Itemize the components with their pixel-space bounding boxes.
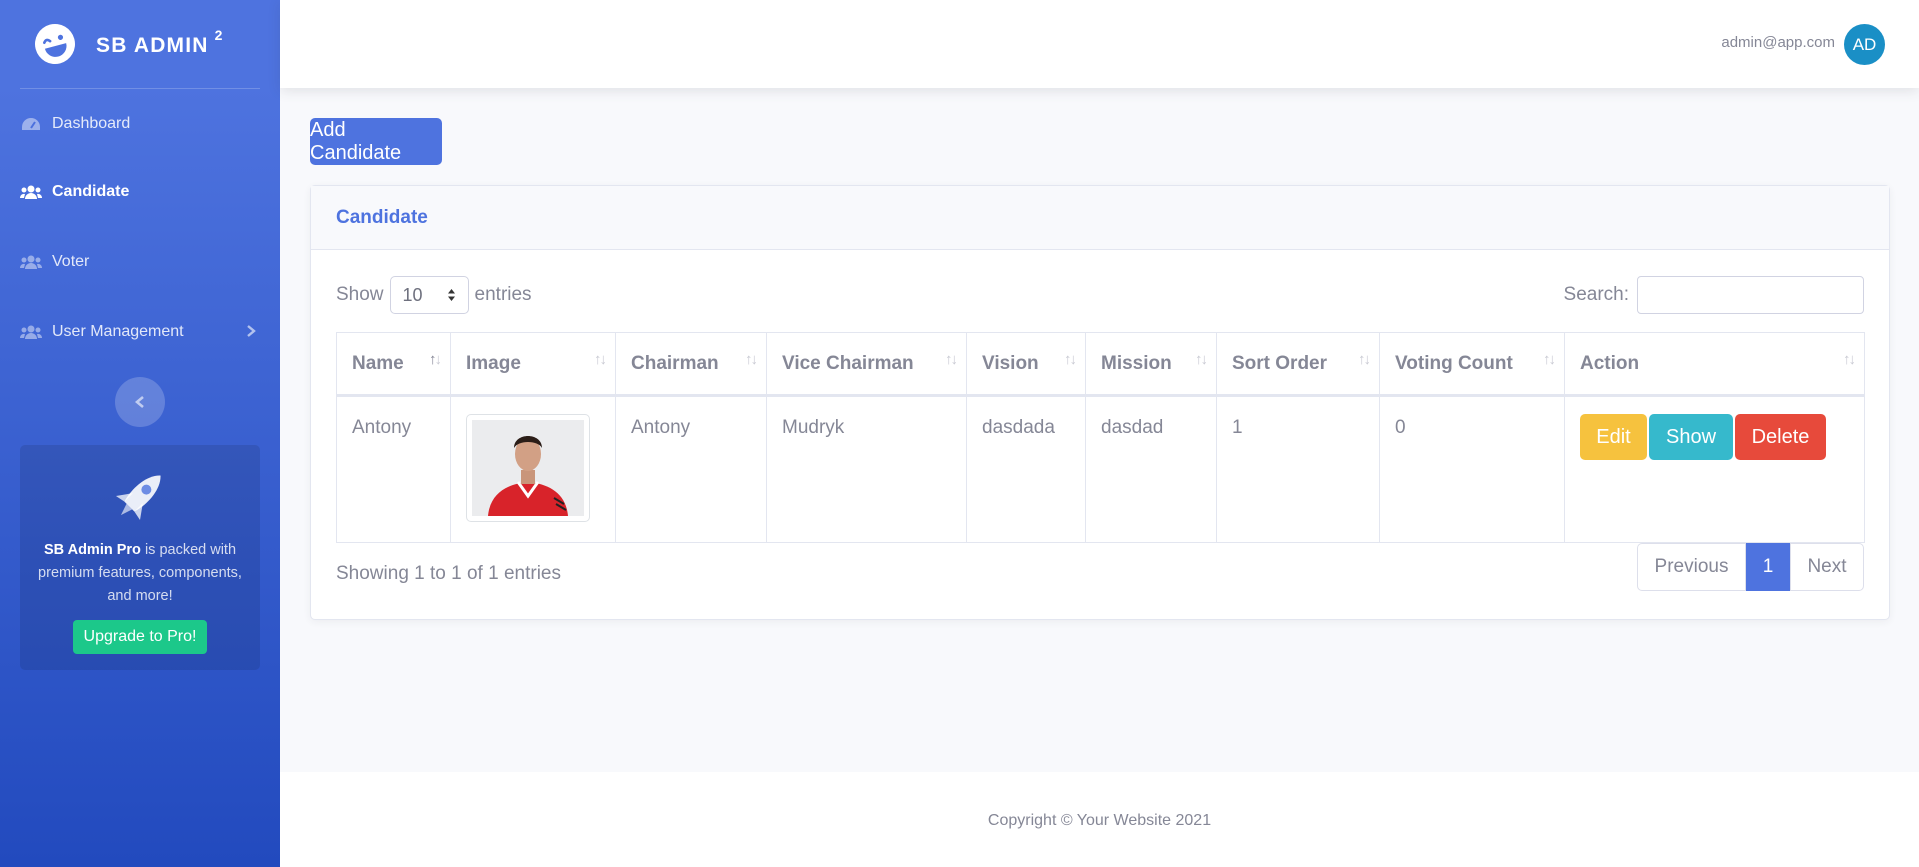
cell-image bbox=[450, 395, 616, 543]
column-header-image[interactable]: Image ↑↓ bbox=[450, 332, 616, 397]
topbar: admin@app.com AD bbox=[280, 0, 1919, 88]
show-button[interactable]: Show bbox=[1649, 414, 1733, 460]
column-label: Sort Order bbox=[1232, 352, 1328, 374]
cell-vision: dasdada bbox=[966, 395, 1086, 543]
cell-mission: dasdad bbox=[1085, 395, 1217, 543]
column-label: Vice Chairman bbox=[782, 352, 914, 374]
column-header-vision[interactable]: Vision ↑↓ bbox=[966, 332, 1086, 397]
search-label: Search: bbox=[1563, 284, 1629, 305]
column-header-sort-order[interactable]: Sort Order ↑↓ bbox=[1216, 332, 1380, 397]
column-header-voting-count[interactable]: Voting Count ↑↓ bbox=[1379, 332, 1565, 397]
column-label: Vision bbox=[982, 352, 1039, 374]
promo-text: SB Admin Pro is packed with premium feat… bbox=[30, 539, 250, 608]
footer: Copyright © Your Website 2021 bbox=[280, 772, 1919, 867]
cell-action: Edit Show Delete bbox=[1564, 395, 1865, 543]
cell-chairman: Antony bbox=[615, 395, 767, 543]
column-header-action[interactable]: Action ↑↓ bbox=[1564, 332, 1865, 397]
rocket-icon bbox=[115, 475, 161, 521]
chevron-left-icon bbox=[134, 396, 144, 408]
entries-select[interactable]: 10 bbox=[389, 276, 469, 314]
next-page-button[interactable]: Next bbox=[1790, 543, 1864, 591]
person-photo-icon bbox=[472, 420, 584, 516]
chevron-right-icon bbox=[247, 325, 256, 337]
sidebar-item-label: Voter bbox=[52, 253, 90, 270]
sort-icon: ↑↓ bbox=[429, 351, 442, 368]
candidate-table: Name ↑↓ Image ↑↓ Chairman ↑↓ Vice Chairman ↑… bbox=[336, 332, 1865, 543]
sidebar-item-label: Dashboard bbox=[52, 115, 131, 132]
brand-name: SB ADMIN bbox=[96, 33, 209, 57]
entries-label: entries bbox=[474, 284, 532, 305]
column-label: Chairman bbox=[631, 352, 719, 374]
sidebar-item-candidate[interactable]: Candidate bbox=[0, 157, 280, 227]
column-label: Name bbox=[352, 352, 404, 374]
copyright-text: Copyright © Your Website 2021 bbox=[987, 812, 1212, 829]
card-title: Candidate bbox=[336, 206, 428, 228]
brand-sup: 2 bbox=[214, 26, 224, 43]
column-header-chairman[interactable]: Chairman ↑↓ bbox=[615, 332, 767, 397]
card-header: Candidate bbox=[311, 186, 1889, 250]
cell-voting-count: 0 bbox=[1379, 395, 1565, 543]
pagination: Previous 1 Next bbox=[1637, 543, 1864, 591]
previous-page-button[interactable]: Previous bbox=[1637, 543, 1746, 591]
user-email[interactable]: admin@app.com bbox=[1721, 34, 1835, 51]
add-candidate-button[interactable]: Add Candidate bbox=[310, 118, 442, 165]
table-header-row: Name ↑↓ Image ↑↓ Chairman ↑↓ Vice Chairman ↑… bbox=[336, 332, 1865, 397]
table-row: Antony Antony Mudryk dasdada dasdad 1 0 … bbox=[336, 395, 1865, 543]
avatar[interactable]: AD bbox=[1844, 24, 1885, 65]
table-search: Search: bbox=[1564, 276, 1864, 314]
candidate-card: Candidate Show 10 entries Search: Name ↑↓… bbox=[310, 185, 1890, 620]
candidate-thumbnail bbox=[466, 414, 590, 522]
cell-name: Antony bbox=[336, 395, 451, 543]
edit-button[interactable]: Edit bbox=[1580, 414, 1647, 460]
column-label: Voting Count bbox=[1395, 352, 1513, 374]
cell-sort-order: 1 bbox=[1216, 395, 1380, 543]
column-header-mission[interactable]: Mission ↑↓ bbox=[1085, 332, 1217, 397]
sidebar-toggle-button[interactable] bbox=[115, 377, 165, 427]
sidebar-item-dashboard[interactable]: Dashboard bbox=[0, 89, 280, 159]
sort-icon: ↑↓ bbox=[1358, 351, 1371, 368]
users-icon bbox=[20, 255, 42, 269]
sort-icon: ↑↓ bbox=[594, 351, 607, 368]
sort-icon: ↑↓ bbox=[1195, 351, 1208, 368]
sidebar-item-label: Candidate bbox=[52, 183, 130, 200]
sort-icon: ↑↓ bbox=[745, 351, 758, 368]
users-icon bbox=[20, 185, 42, 199]
show-label: Show bbox=[336, 284, 384, 305]
column-label: Image bbox=[466, 352, 521, 374]
users-icon bbox=[20, 325, 42, 339]
promo-strong: SB Admin Pro bbox=[43, 542, 141, 558]
sidebar-item-voter[interactable]: Voter bbox=[0, 227, 280, 297]
sort-icon: ↑↓ bbox=[945, 351, 958, 368]
upgrade-button[interactable]: Upgrade to Pro! bbox=[72, 620, 208, 654]
sidebar-item-user-management[interactable]: User Management bbox=[0, 297, 280, 367]
table-info: Showing 1 to 1 of 1 entries bbox=[336, 563, 561, 584]
tachometer-icon bbox=[22, 118, 40, 130]
page-1-button[interactable]: 1 bbox=[1746, 543, 1790, 591]
sidebar-item-label: User Management bbox=[52, 323, 184, 340]
candidate-photo bbox=[472, 420, 584, 516]
column-label: Action bbox=[1580, 352, 1640, 374]
column-label: Mission bbox=[1101, 352, 1172, 374]
cell-vice-chairman: Mudryk bbox=[766, 395, 967, 543]
search-input[interactable] bbox=[1637, 276, 1864, 314]
column-header-vice-chairman[interactable]: Vice Chairman ↑↓ bbox=[766, 332, 967, 397]
promo-card: SB Admin Pro is packed with premium feat… bbox=[20, 445, 260, 670]
entries-length: Show 10 entries bbox=[336, 276, 532, 314]
sort-icon: ↑↓ bbox=[1543, 351, 1556, 368]
column-header-name[interactable]: Name ↑↓ bbox=[336, 332, 451, 397]
delete-button[interactable]: Delete bbox=[1735, 414, 1826, 460]
sort-icon: ↑↓ bbox=[1843, 351, 1856, 368]
entries-select-value: 10 bbox=[402, 284, 423, 305]
laugh-wink-icon bbox=[35, 24, 75, 64]
sort-caret-icon bbox=[447, 289, 455, 301]
sidebar: SB ADMIN2 Dashboard Candidate Voter Use bbox=[0, 0, 280, 867]
brand[interactable]: SB ADMIN 2 bbox=[0, 0, 280, 88]
sort-icon: ↑↓ bbox=[1064, 351, 1077, 368]
